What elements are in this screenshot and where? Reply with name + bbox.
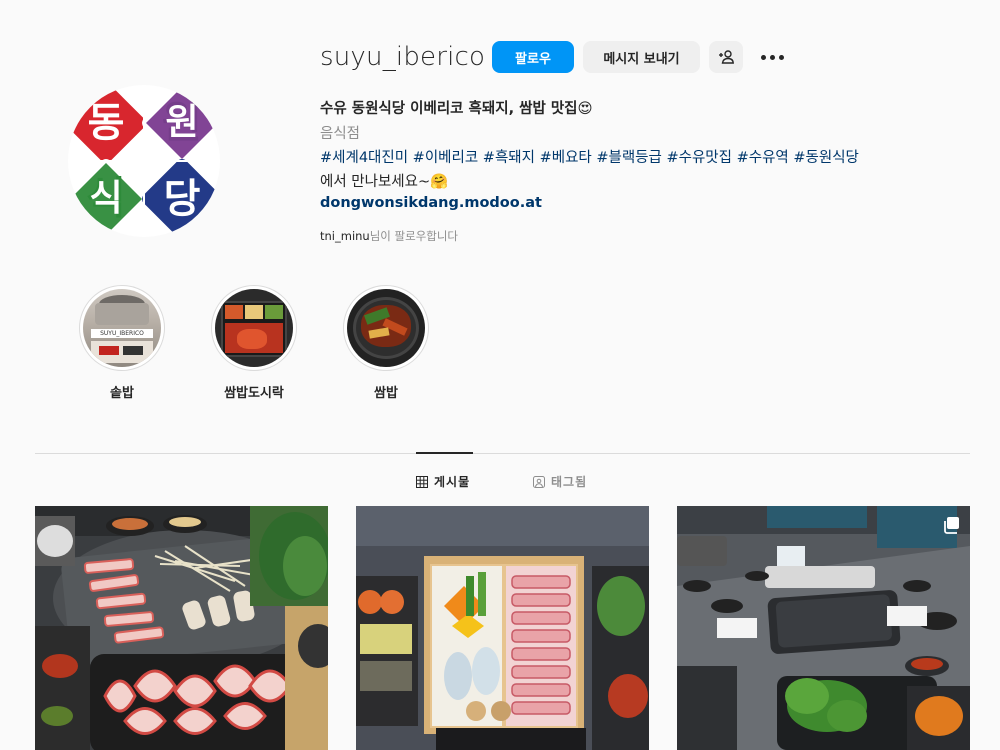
highlight-cover-ring <box>343 285 429 371</box>
profile-category: 음식점 <box>320 126 361 142</box>
profile-username: suyu_iberico <box>320 42 486 72</box>
avatar-quadrant-4: 당 <box>139 156 220 237</box>
active-tab-indicator <box>416 452 473 454</box>
tabs-divider <box>35 453 970 454</box>
highlight-cover-image <box>215 289 293 367</box>
profile-display-name: 수유 동원식당 이베리코 흑돼지, 쌈밥 맛집😍 <box>320 101 593 117</box>
story-highlight[interactable]: SUYU_IBERICO 솥밥 <box>78 285 166 401</box>
highlight-label: 쌈밥 <box>374 386 398 401</box>
highlight-cover-ring: SUYU_IBERICO <box>79 285 165 371</box>
highlight-cover-ring <box>211 285 297 371</box>
grid-icon <box>416 475 428 488</box>
post-image <box>35 506 328 750</box>
carousel-icon <box>944 517 959 534</box>
person-plus-icon <box>719 50 734 64</box>
more-options-icon[interactable] <box>757 45 787 69</box>
highlight-label: 쌈밥도시락 <box>224 386 284 401</box>
follow-button[interactable]: 팔로우 <box>492 41 574 73</box>
followed-by-text: tni_minu님이 팔로우합니다 <box>320 228 458 244</box>
avatar-char: 식 <box>89 178 123 219</box>
post-image <box>677 506 970 750</box>
story-highlight[interactable]: 쌈밥 <box>342 285 430 401</box>
highlight-label: 솥밥 <box>110 386 134 401</box>
profile-avatar[interactable]: 동 원 식 당 원 식 <box>68 85 220 237</box>
tab-label: 게시물 <box>434 475 471 489</box>
story-highlight[interactable]: 쌈밥도시락 <box>210 285 298 401</box>
suggest-accounts-button[interactable] <box>709 41 743 73</box>
highlight-cover-image <box>347 289 425 367</box>
avatar-char: 당 <box>163 176 201 222</box>
post-thumbnail[interactable] <box>356 506 649 750</box>
profile-bio-hashtags[interactable]: #세계4대진미 #이베리코 #흑돼지 #베요타 #블랙등급 #수유맛집 #수유역… <box>320 146 859 167</box>
post-thumbnail[interactable] <box>35 506 328 750</box>
followed-by-suffix: 님이 팔로우합니다 <box>369 229 459 243</box>
post-image <box>356 506 649 750</box>
message-button[interactable]: 메시지 보내기 <box>583 41 700 73</box>
tag-icon <box>533 475 545 488</box>
avatar-divider <box>68 160 220 162</box>
tab-posts[interactable]: 게시물 <box>416 473 470 490</box>
tab-label: 태그됨 <box>551 475 588 489</box>
avatar-char: 원 <box>165 102 199 143</box>
tab-tagged[interactable]: 태그됨 <box>533 473 587 490</box>
highlight-sign: SUYU_IBERICO <box>91 329 153 338</box>
post-thumbnail[interactable] <box>677 506 970 750</box>
profile-bio-text: 에서 만나보세요~🤗 <box>320 174 449 190</box>
avatar-char: 동 <box>87 100 125 146</box>
highlight-cover-image: SUYU_IBERICO <box>83 289 161 367</box>
followed-by-user-link[interactable]: tni_minu <box>320 229 370 243</box>
avatar-quadrant-1: 동 <box>68 85 149 166</box>
profile-website-link[interactable]: dongwonsikdang.modoo.at <box>320 195 542 211</box>
